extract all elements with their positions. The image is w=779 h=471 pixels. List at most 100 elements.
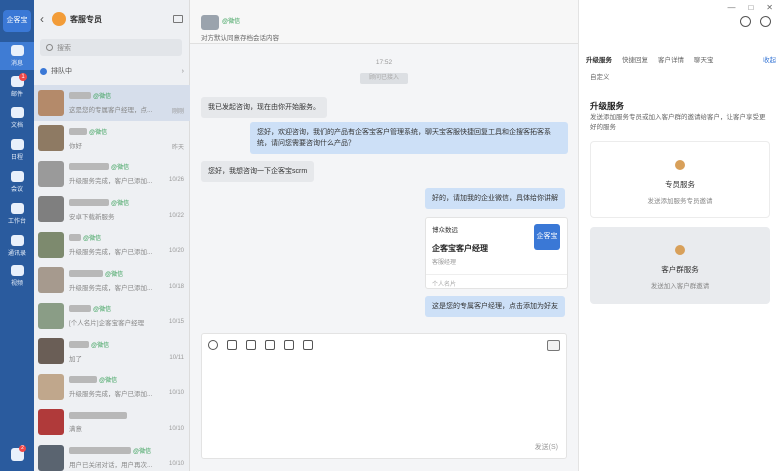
app-logo: 企客宝 (3, 10, 31, 32)
group-service-option[interactable]: 客户群服务 发送加入客户群邀请 (590, 227, 770, 304)
list-item[interactable]: 满意 10/10 (34, 405, 190, 441)
chat-bubble-icon[interactable] (740, 16, 751, 27)
conversation-preview: 满意 (69, 425, 82, 433)
conversation-preview: 升级服务完成，客户已添加... (69, 391, 153, 399)
rail-item-calendar[interactable]: 日程 (0, 136, 34, 164)
video-icon (10, 265, 24, 276)
conversation-time: 10/15 (168, 319, 184, 325)
rail-item-contacts[interactable]: 通讯录 (0, 232, 34, 260)
avatar (38, 160, 64, 187)
message-composer[interactable]: 发送(S) (201, 333, 567, 459)
image-icon[interactable] (246, 340, 256, 350)
composer-toolbar (208, 340, 313, 350)
avatar (38, 89, 64, 116)
wechat-tag: @微信 (83, 236, 102, 243)
contact-tag: @微信 (222, 19, 241, 25)
card-footer: 个人名片 (432, 282, 457, 288)
screen-record-icon[interactable] (303, 340, 313, 350)
conversation-preview: 你好 (69, 142, 82, 150)
rail-item-video[interactable]: 视频 (0, 262, 34, 290)
queue-row[interactable]: 排队中 › (40, 65, 184, 77)
list-item[interactable]: @微信 用户已关闭对话，用户再次... 10/10 (34, 440, 190, 471)
avatar (38, 338, 64, 365)
list-item[interactable]: @微信 安卓下载新服务 10/22 (34, 192, 190, 228)
queue-label: 排队中 (51, 68, 72, 75)
list-item[interactable]: @微信 升级服务完成，客户已添加... 10/10 (34, 369, 190, 405)
agent-service-option[interactable]: 专员服务 发送添加服务专员邀请 (590, 141, 770, 218)
option-title: 客户群服务 (661, 265, 699, 274)
rail-item-docs[interactable]: 文档 (0, 104, 34, 132)
conversation-preview: 升级服务完成，客户已添加... (69, 284, 153, 292)
card-logo: 企客宝 (534, 224, 560, 250)
conversation-list-panel: ‹ 客服专员 搜索 排队中 › @微信 这是您的专属客户经理，点... 刚刚 @… (34, 0, 190, 471)
list-item[interactable]: @微信 加了 10/11 (34, 334, 190, 370)
rail-item-messages[interactable]: 消息 (0, 42, 34, 70)
customize-link[interactable]: 自定义 (590, 71, 610, 81)
group-icon (675, 245, 685, 255)
card-title: 企客宝客户经理 (432, 244, 488, 253)
list-item[interactable]: @微信 你好 昨天 (34, 121, 190, 157)
document-icon[interactable] (265, 340, 275, 350)
rail-item-mail[interactable]: 邮件 (0, 73, 34, 101)
power-icon[interactable] (760, 16, 771, 27)
message-bubble-incoming: 您好，我想咨询一下企客宝scrm (201, 161, 315, 182)
list-item[interactable]: @微信 升级服务完成，客户已添加... 10/18 (34, 263, 190, 299)
section-title: 升级服务 (590, 101, 625, 111)
contact-card[interactable]: 博众数远 企客宝客户经理 客服经理 企客宝 个人名片 (425, 217, 568, 289)
message-bubble-outgoing: 好的，请加我的企业微信，具体给你讲解 (425, 188, 565, 209)
section-description: 发送添加服务专员或加入客户群的邀请给客户，让客户享受更好的服务 (590, 114, 766, 131)
list-item[interactable]: @微信 这是您的专属客户经理，点... 刚刚 (34, 85, 190, 121)
rail-item-workbench[interactable]: 工作台 (0, 200, 34, 228)
message-bubble-outgoing: 您好，欢迎咨询，我们的产品有企客宝客户管理系统，聊天宝客服快捷回复工具和企搜客拓… (250, 122, 568, 154)
maximize-icon[interactable]: □ (748, 3, 753, 12)
chat-area: @微信 对方默认同意存档会话内容 17:52 顾问已接入 我已发起咨询，现在由你… (190, 0, 578, 471)
tab-chat-tool[interactable]: 聊天宝 (694, 54, 714, 64)
card-company: 博众数远 (432, 227, 458, 234)
minimize-icon[interactable]: — (727, 3, 735, 12)
back-icon[interactable]: ‹ (40, 12, 50, 26)
conversation-time: 10/18 (168, 283, 184, 290)
card-subtitle: 客服经理 (432, 260, 457, 266)
more-badge: 2 (19, 445, 26, 452)
conversation-time: 10/10 (168, 461, 184, 467)
chevron-right-icon: › (181, 67, 184, 75)
option-description: 发送加入客户群邀请 (650, 283, 710, 290)
list-item[interactable]: @微信 升级服务完成，客户已添加... 10/26 (34, 156, 190, 192)
emoji-icon[interactable] (208, 340, 218, 350)
wechat-tag: @微信 (111, 200, 130, 207)
history-icon[interactable] (547, 340, 560, 351)
service-avatar (52, 12, 66, 26)
rail-item-label: 邮件 (10, 92, 23, 98)
wechat-tag: @微信 (99, 378, 118, 385)
search-input[interactable]: 搜索 (40, 39, 182, 56)
rail-item-label: 会议 (10, 187, 23, 193)
avatar (38, 444, 64, 471)
list-header: ‹ 客服专员 (34, 0, 189, 38)
avatar (38, 409, 64, 436)
folder-icon[interactable] (284, 340, 294, 350)
contacts-icon (10, 235, 24, 246)
compose-icon[interactable] (173, 15, 183, 23)
tab-quick-reply[interactable]: 快捷回复 (622, 54, 648, 64)
conversation-time: 10/10 (168, 425, 184, 432)
contact-avatar (201, 15, 219, 30)
tab-upgrade-service[interactable]: 升级服务 (586, 54, 612, 64)
conversation-preview: 升级服务完成，客户已添加... (69, 249, 153, 257)
conversation-time: 10/26 (168, 177, 184, 183)
collapse-button[interactable]: 收起 (763, 54, 776, 64)
avatar (38, 373, 64, 400)
avatar (38, 196, 64, 223)
tab-customer-detail[interactable]: 客户详情 (658, 54, 684, 64)
list-item[interactable]: @微信 [个人名片]企客宝客户经理 10/15 (34, 298, 190, 334)
list-item[interactable]: @微信 升级服务完成，客户已添加... 10/20 (34, 227, 190, 263)
conversation-time: 10/20 (168, 248, 184, 254)
close-icon[interactable]: ✕ (766, 3, 773, 12)
wechat-tag: @微信 (93, 307, 112, 314)
rail-item-meeting[interactable]: 会议 (0, 168, 34, 196)
message-bubble-outgoing: 这是您的专属客户经理，点击添加为好友 (425, 296, 565, 317)
conversation-list: @微信 这是您的专属客户经理，点... 刚刚 @微信 你好 昨天 @微信 升级服… (34, 85, 190, 471)
scissors-icon[interactable] (227, 340, 237, 350)
send-button[interactable]: 发送(S) (535, 442, 558, 452)
avatar (38, 231, 64, 258)
conversation-time: 昨天 (171, 144, 184, 151)
